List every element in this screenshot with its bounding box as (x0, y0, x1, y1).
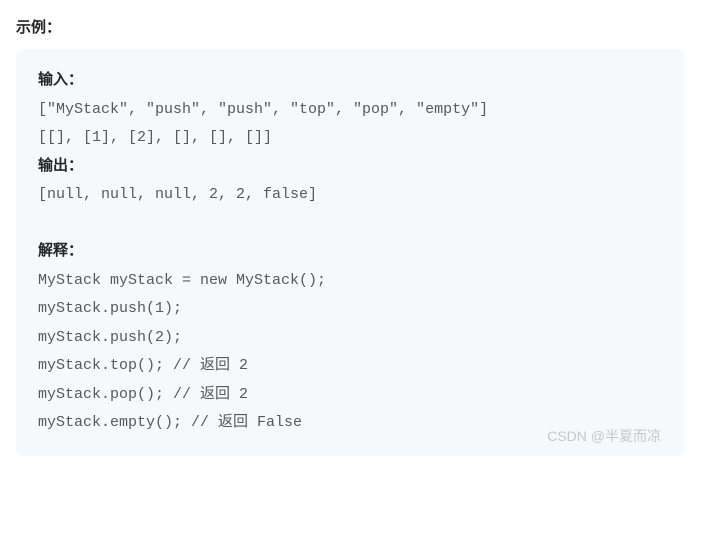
code-example-block: 输入： ["MyStack", "push", "push", "top", "… (16, 49, 685, 456)
explain-label: 解释： (38, 238, 663, 267)
output-line: [null, null, null, 2, 2, false] (38, 181, 663, 210)
explain-line: myStack.empty(); // 返回 False (38, 409, 663, 438)
input-label: 输入： (38, 67, 663, 96)
explain-line: myStack.push(1); (38, 295, 663, 324)
output-label: 输出： (38, 153, 663, 182)
explain-line: MyStack myStack = new MyStack(); (38, 267, 663, 296)
input-line-2: [[], [1], [2], [], [], []] (38, 124, 663, 153)
explain-line: myStack.pop(); // 返回 2 (38, 381, 663, 410)
explain-line: myStack.push(2); (38, 324, 663, 353)
blank-line (38, 210, 663, 239)
example-heading: 示例： (16, 16, 685, 37)
explain-line: myStack.top(); // 返回 2 (38, 352, 663, 381)
input-line-1: ["MyStack", "push", "push", "top", "pop"… (38, 96, 663, 125)
